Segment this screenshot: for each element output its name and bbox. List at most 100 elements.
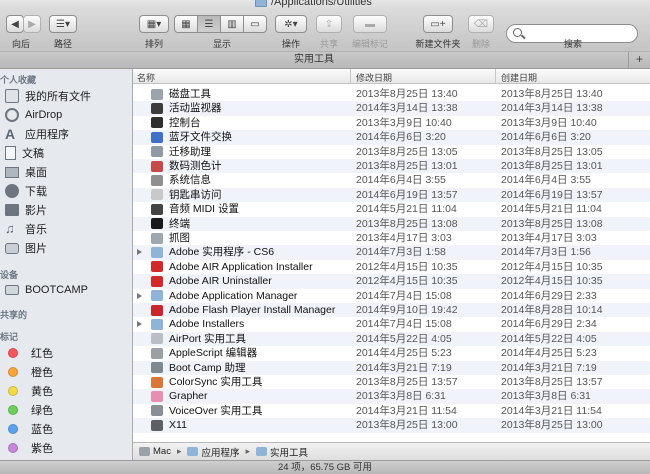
sidebar-tag-blue[interactable]: 蓝色 (0, 420, 132, 438)
sidebar-item-applications[interactable]: A 应用程序 (0, 125, 132, 143)
path-button[interactable]: ☰▾ (49, 15, 77, 33)
sidebar-item-label: 绿色 (31, 405, 53, 417)
sidebar-item-movies[interactable]: 影片 (0, 201, 132, 219)
forward-button[interactable]: ▶ (23, 15, 41, 33)
path-chevron-icon: ▸ (245, 446, 251, 456)
table-row[interactable]: ColorSync 实用工具 2013年8月25日 13:57 2013年8月25日… (133, 375, 650, 389)
view-list-button[interactable]: ☰ (197, 15, 221, 33)
table-row[interactable]: 系统信息 2014年6月4日 3:55 2014年6月4日 3:55 (133, 173, 650, 187)
cell-name: 活动监视器 (169, 102, 222, 115)
list-lines-icon: ☰▾ (56, 18, 70, 30)
table-row[interactable]: Boot Camp 助理 2014年3月21日 7:19 2014年3月21日 7:… (133, 360, 650, 375)
arrange-button[interactable]: ▦▾ (139, 15, 169, 33)
cell-created: 2014年5月22日 4:05 (501, 332, 597, 345)
table-row[interactable]: 迁移助理 2013年8月25日 13:05 2013年8月25日 13:05 (133, 145, 650, 159)
sidebar-tag-purple[interactable]: 紫色 (0, 439, 132, 457)
add-tab-button[interactable]: + (628, 52, 650, 68)
sidebar-item-all-files[interactable]: 我的所有文件 (0, 87, 132, 105)
table-row[interactable]: 活动监视器 2014年3月14日 13:38 2014年3月14日 13:38 (133, 101, 650, 116)
share-button[interactable]: ⇪ (316, 15, 342, 33)
trash-icon: ⌫ (473, 18, 489, 30)
column-header-name[interactable]: 名称 (137, 71, 155, 84)
cell-modified: 2013年4月17日 3:03 (356, 232, 452, 244)
sidebar-item-documents[interactable]: 文稿 (0, 144, 132, 162)
sidebar-item-label: 橙色 (31, 367, 53, 379)
cell-modified: 2014年7月3日 1:58 (356, 246, 446, 259)
table-row[interactable]: 磁盘工具 2013年8月25日 13:40 2013年8月25日 13:40 (133, 87, 650, 101)
grid-icon: ▦▾ (146, 18, 162, 30)
cell-modified: 2014年7月4日 15:08 (356, 318, 452, 331)
table-row[interactable]: Adobe AIR Application Installer 2012年4月15… (133, 260, 650, 274)
view-coverflow-button[interactable]: ▭ (243, 15, 267, 33)
edit-tags-button[interactable]: ▬ (353, 15, 387, 33)
cell-modified: 2013年8月25日 13:00 (356, 419, 458, 432)
folder-icon (151, 290, 163, 302)
sidebar-item-pictures[interactable]: 图片 (0, 239, 132, 257)
column-header-created[interactable]: 创建日期 (501, 71, 537, 84)
sidebar-tag-red[interactable]: 红色 (0, 344, 132, 362)
sidebar-item-airdrop[interactable]: AirDrop (0, 106, 132, 124)
table-row[interactable]: 音频 MIDI 设置 2014年5月21日 11:04 2014年5月21日 11:… (133, 202, 650, 216)
cell-modified: 2014年4月25日 5:23 (356, 347, 452, 360)
cell-modified: 2013年8月25日 13:40 (356, 88, 458, 100)
table-row[interactable]: 钥匙串访问 2014年6月19日 13:57 2014年6月19日 13:57 (133, 187, 650, 203)
column-header-row: 名称 修改日期 创建日期 (133, 69, 650, 84)
table-row[interactable]: X11 2013年8月25日 13:00 2013年8月25日 13:00 (133, 418, 650, 433)
column-divider[interactable] (350, 69, 351, 83)
table-row[interactable]: Adobe Application Manager 2014年7月4日 15:08… (133, 289, 650, 303)
cell-name: 控制台 (169, 116, 201, 129)
sidebar-item-label: 下载 (25, 186, 47, 198)
sidebar-tag-green[interactable]: 绿色 (0, 401, 132, 419)
table-row[interactable]: 控制台 2013年3月9日 10:40 2013年3月9日 10:40 (133, 116, 650, 130)
table-row[interactable]: Adobe 实用程序 - CS6 2014年7月3日 1:58 2014年7月3日 … (133, 245, 650, 260)
sidebar-item-label: 红色 (31, 348, 53, 360)
column-divider[interactable] (495, 69, 496, 83)
cell-name: 系统信息 (169, 174, 211, 187)
disclosure-triangle-icon[interactable] (137, 292, 142, 299)
sidebar-item-label: 影片 (25, 205, 47, 217)
disclosure-triangle-icon[interactable] (137, 249, 142, 256)
table-row[interactable]: AppleScript 编辑器 2014年4月25日 5:23 2014年4月25日… (133, 346, 650, 360)
table-row[interactable]: AirPort 实用工具 2014年5月22日 4:05 2014年5月22日 4:… (133, 331, 650, 347)
new-folder-button[interactable]: ▭+ (423, 15, 453, 33)
table-row[interactable]: 终端 2013年8月25日 13:08 2013年8月25日 13:08 (133, 216, 650, 231)
delete-button[interactable]: ⌫ (468, 15, 494, 33)
table-row[interactable]: VoiceOver 实用工具 2014年3月21日 11:54 2014年3月21日… (133, 404, 650, 418)
table-row[interactable]: Adobe AIR Uninstaller 2012年4月15日 10:35 201… (133, 274, 650, 289)
path-segment-utilities[interactable]: 实用工具 (256, 445, 308, 459)
table-row[interactable]: 抓图 2013年4月17日 3:03 2013年4月17日 3:03 (133, 231, 650, 245)
path-segment-mac[interactable]: Mac ▸ (139, 446, 181, 457)
computer-icon (139, 447, 150, 456)
sidebar-tag-yellow[interactable]: 黄色 (0, 382, 132, 400)
tag-dot-icon (8, 367, 18, 377)
disclosure-triangle-icon[interactable] (137, 321, 142, 328)
view-column-button[interactable]: ▥ (220, 15, 244, 33)
table-row[interactable]: Adobe Installers 2014年7月4日 15:08 2014年6月29… (133, 317, 650, 331)
sidebar-item-downloads[interactable]: 下载 (0, 182, 132, 200)
back-button[interactable]: ◀ (6, 15, 24, 33)
action-button[interactable]: ✲▾ (275, 15, 307, 33)
table-row[interactable]: Grapher 2013年3月8日 6:31 2013年3月8日 6:31 (133, 389, 650, 404)
status-bar: 24 项，65.75 GB 可用 (0, 460, 650, 474)
sidebar-tag-orange[interactable]: 橙色 (0, 363, 132, 381)
table-row[interactable]: 数码测色计 2013年8月25日 13:01 2013年8月25日 13:01 (133, 159, 650, 174)
applications-icon: A (5, 126, 16, 142)
column-header-modified[interactable]: 修改日期 (356, 71, 392, 84)
view-icon-button[interactable]: ▦ (174, 15, 198, 33)
sidebar-item-bootcamp[interactable]: BOOTCAMP (0, 281, 132, 299)
sidebar-item-music[interactable]: ♫ 音乐 (0, 220, 132, 238)
app-icon (151, 160, 163, 172)
tab-utilities[interactable]: 实用工具 (0, 52, 628, 68)
sidebar-item-desktop[interactable]: 桌面 (0, 163, 132, 181)
path-segment-applications[interactable]: 应用程序 ▸ (187, 445, 250, 459)
cell-name: 抓图 (169, 232, 190, 244)
cell-modified: 2013年8月25日 13:08 (356, 217, 458, 230)
table-row[interactable]: Adobe Flash Player Install Manager 2014年9… (133, 303, 650, 318)
cell-name: Adobe AIR Application Installer (169, 260, 313, 273)
pictures-icon (5, 242, 19, 254)
tag-dot-icon (8, 424, 18, 434)
sidebar-heading-devices: 设备 (0, 270, 19, 280)
column-view-icon: ▥ (227, 18, 237, 30)
table-row[interactable]: 蓝牙文件交换 2014年6月6日 3:20 2014年6月6日 3:20 (133, 130, 650, 145)
cell-created: 2014年6月4日 3:55 (501, 174, 591, 187)
